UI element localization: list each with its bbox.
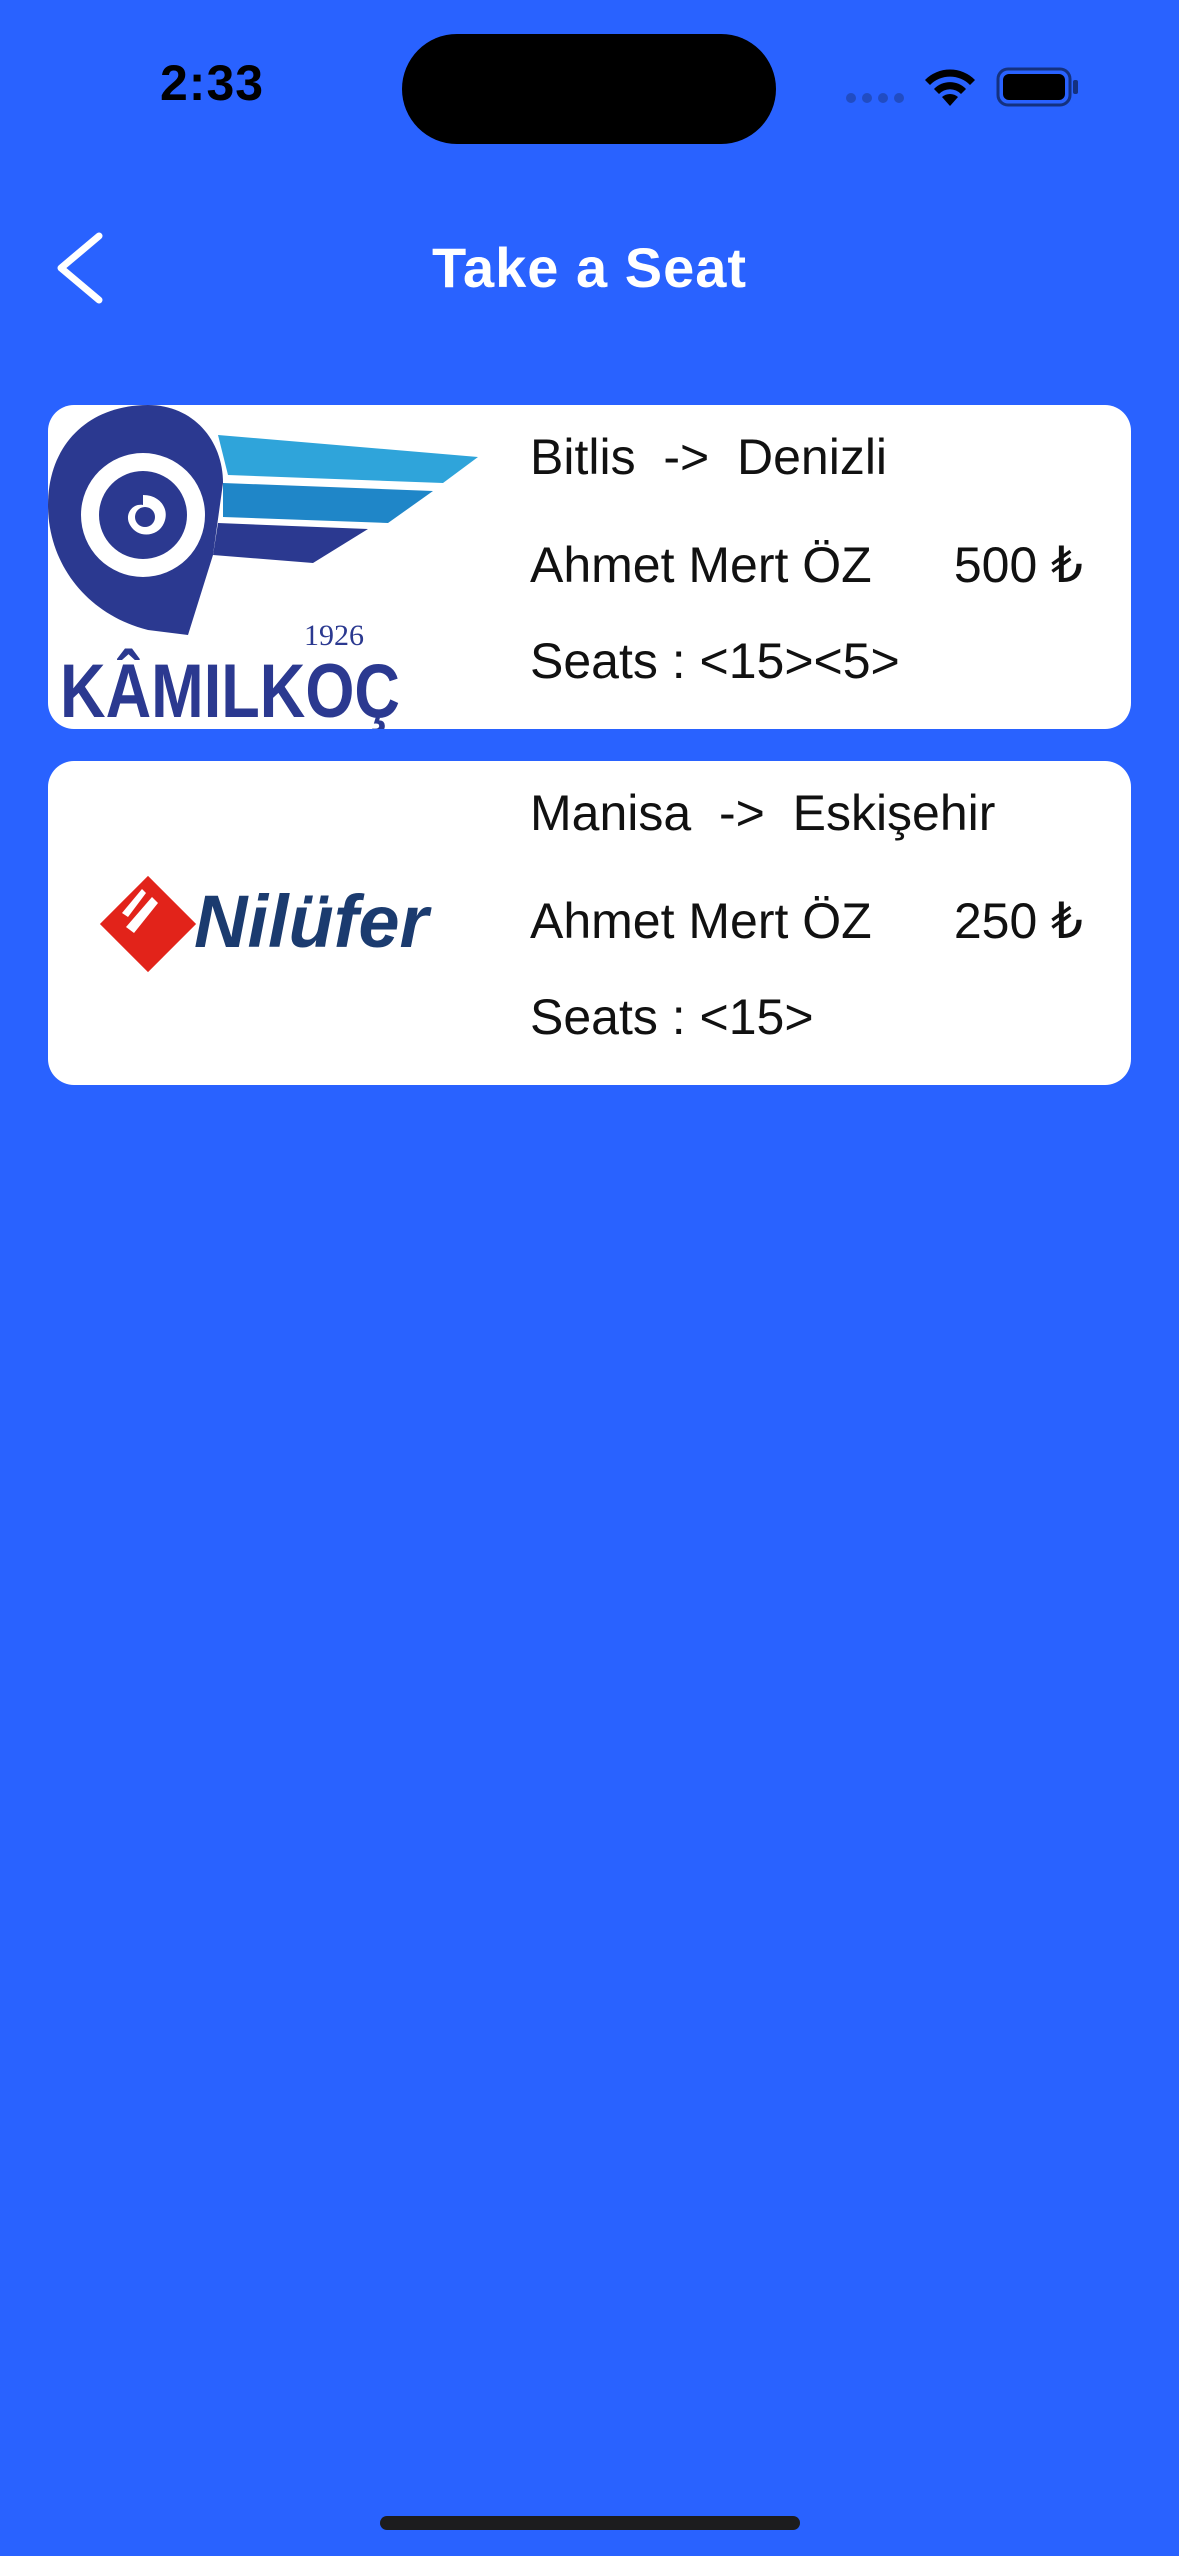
trip-price: 500 ₺ [953, 537, 1083, 593]
nilufer-logo: Nilüfer [99, 875, 433, 973]
trip-driver: Ahmet Mert ÖZ [530, 537, 872, 593]
trip-card[interactable]: Nilüfer Manisa -> Eskişehir Ahmet Mert Ö… [48, 761, 1131, 1085]
logo-wordmark: KÂMILKOÇ [60, 648, 400, 729]
trip-list: 1926 KÂMILKOÇ Bitlis -> Denizli Ahmet Me… [48, 405, 1131, 1117]
page-title: Take a Seat [431, 236, 748, 299]
dynamic-island [402, 34, 776, 144]
trip-seats: Seats : <15> [530, 989, 814, 1045]
status-bar: 2:33 [0, 0, 1179, 170]
kamil-koc-logo: 1926 KÂMILKOÇ [48, 405, 478, 729]
wifi-icon [925, 69, 975, 106]
logo-year: 1926 [304, 619, 364, 652]
trip-price: 250 ₺ [953, 893, 1083, 949]
logo-wordmark: Nilüfer [194, 880, 433, 963]
trip-seats: Seats : <15><5> [530, 633, 900, 689]
trip-route: Manisa -> Eskişehir [530, 785, 996, 841]
battery-icon [996, 67, 1078, 107]
trip-route: Bitlis -> Denizli [530, 429, 888, 485]
status-time: 2:33 [160, 55, 265, 111]
trip-driver: Ahmet Mert ÖZ [530, 893, 872, 949]
trip-card[interactable]: 1926 KÂMILKOÇ Bitlis -> Denizli Ahmet Me… [48, 405, 1131, 729]
cellular-signal-icon [846, 93, 904, 103]
home-indicator[interactable] [380, 2516, 800, 2530]
